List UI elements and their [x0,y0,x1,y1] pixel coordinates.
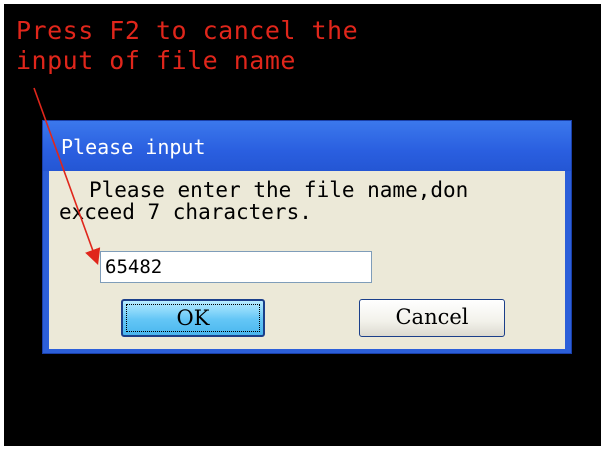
dialog-title: Please input [61,135,206,159]
dialog-message-line-1: Please enter the file name,don [89,178,469,202]
ok-button[interactable]: OK [121,299,265,337]
dialog-message: Please enter the file name,don exceed 7 … [59,178,469,223]
dialog-message-line-2: exceed 7 characters. [59,200,312,224]
dialog-title-bar[interactable]: Please input [43,121,571,171]
device-screen: Press F2 to cancel the input of file nam… [4,4,601,446]
callout-line-2: input of file name [16,46,296,75]
cancel-button[interactable]: Cancel [359,299,505,337]
callout-annotation: Press F2 to cancel the input of file nam… [16,16,358,76]
callout-line-1: Press F2 to cancel the [16,16,359,45]
dialog-body: Please enter the file name,don exceed 7 … [49,171,565,349]
file-name-dialog: Please input Please enter the file name,… [42,120,572,354]
file-name-input[interactable] [100,251,372,283]
